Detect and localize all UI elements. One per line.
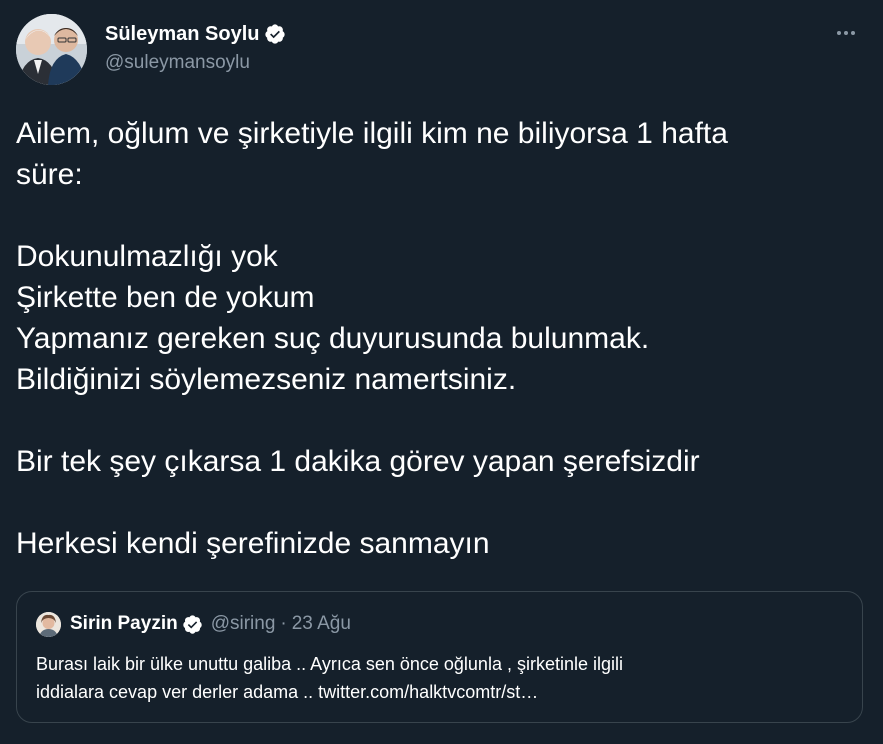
tweet-text-line [16, 400, 866, 441]
quoted-tweet-header: Sirin Payzin @siring · 23 Ağu [36, 611, 351, 637]
more-horizontal-icon [837, 31, 855, 35]
tweet-text-line [16, 195, 866, 236]
quoted-text-line: Burası laik bir ülke unuttu galiba .. Ay… [36, 654, 623, 674]
tweet-text: Ailem, oğlum ve şirketiyle ilgili kim ne… [16, 113, 866, 564]
avatar-photo [16, 14, 87, 85]
tweet-text-line: Bildiğinizi söylemezseniz namertsiniz. [16, 363, 517, 396]
more-options-button[interactable] [831, 18, 861, 48]
verified-badge-icon [264, 23, 286, 45]
quoted-tweet-text: Burası laik bir ülke unuttu galiba .. Ay… [36, 650, 846, 706]
quoted-author-avatar [36, 611, 61, 637]
quoted-text-line: iddialara cevap ver derler adama .. twit… [36, 682, 539, 702]
tweet-text-line: Ailem, oğlum ve şirketiyle ilgili kim ne… [16, 117, 728, 150]
tweet-text-line [16, 482, 866, 523]
quoted-date: 23 Ağu [291, 613, 351, 634]
author-display-name[interactable]: Süleyman Soylu [105, 23, 260, 46]
tweet-text-line: Şirkette ben de yokum [16, 281, 315, 314]
tweet-card: Süleyman Soylu @suleymansoylu Ailem, oğl… [0, 0, 883, 744]
quoted-separator: · [280, 613, 287, 634]
tweet-text-line: Herkesi kendi şerefinizde sanmayın [16, 527, 490, 560]
author-avatar[interactable] [16, 14, 87, 85]
quoted-author-name: Sirin Payzin [70, 613, 178, 634]
tweet-text-line: Yapmanız gereken suç duyurusunda bulunma… [16, 322, 650, 355]
author-info: Süleyman Soylu @suleymansoylu [105, 21, 286, 74]
quoted-verified-badge-icon [182, 614, 203, 635]
author-handle[interactable]: @suleymansoylu [105, 52, 286, 74]
quoted-avatar-photo [36, 611, 61, 637]
author-name-row: Süleyman Soylu [105, 21, 286, 47]
tweet-text-line: süre: [16, 158, 83, 191]
quoted-tweet[interactable]: Sirin Payzin @siring · 23 Ağu Burası lai… [16, 591, 863, 723]
quoted-author-handle: @siring [210, 613, 276, 634]
tweet-text-line: Bir tek şey çıkarsa 1 dakika görev yapan… [16, 445, 700, 478]
tweet-text-line: Dokunulmazlığı yok [16, 240, 278, 273]
